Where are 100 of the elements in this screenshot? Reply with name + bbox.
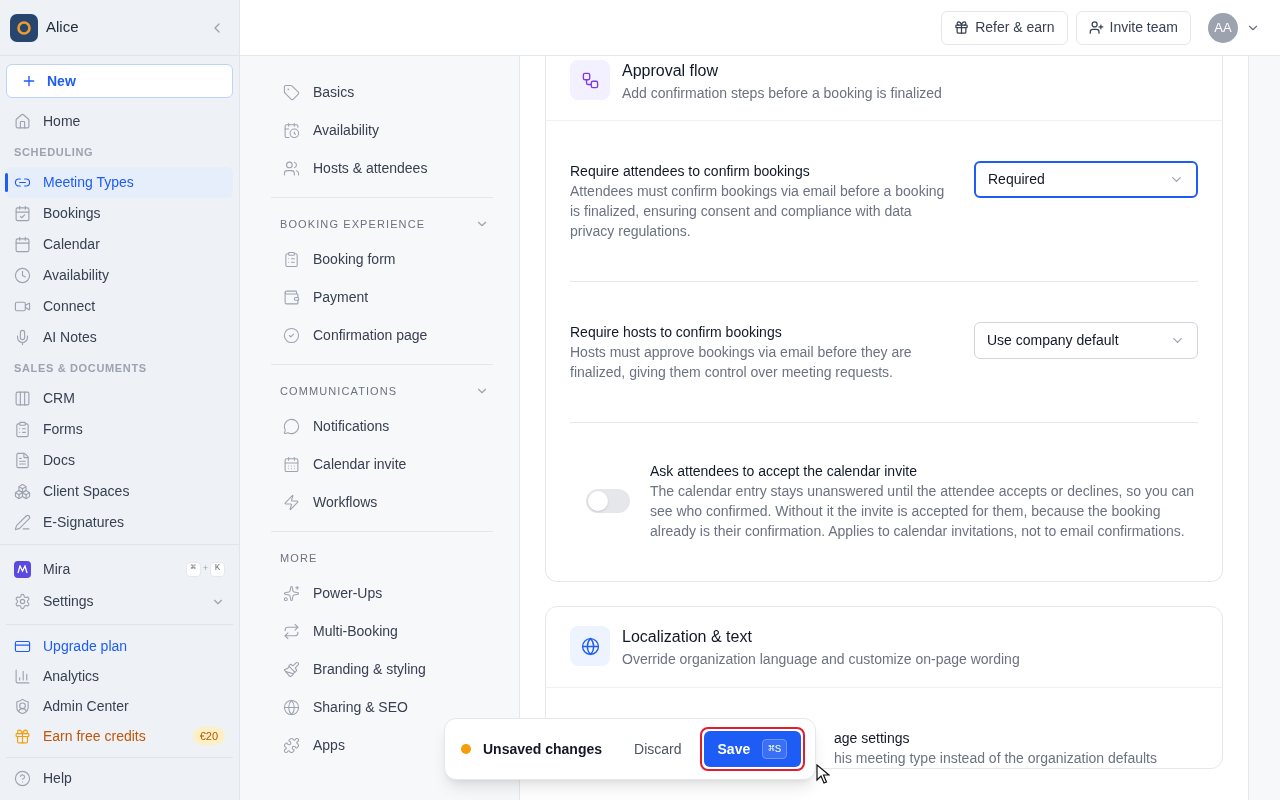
globe-icon (283, 698, 300, 716)
gift-icon (14, 727, 31, 745)
settings-nav-item[interactable]: Workflows (271, 483, 493, 521)
calendar-icon (283, 455, 300, 473)
document-icon (14, 452, 31, 469)
setting-label: Ask attendees to accept the calendar invite (650, 462, 918, 481)
pen-icon (14, 514, 31, 531)
tag-icon (283, 83, 300, 101)
setting-description: his meeting type instead of the organization defaults (834, 749, 1158, 768)
nav-item[interactable]: CRM (6, 383, 233, 414)
settings-nav-item[interactable]: Confirmation page (271, 316, 493, 354)
plus-sign: + (202, 562, 208, 576)
nav-item[interactable]: Availability (6, 260, 233, 291)
settings-item[interactable]: Settings (6, 585, 233, 618)
shield-user-icon (14, 697, 31, 715)
bar-chart-icon (14, 667, 31, 685)
puzzle-icon (283, 736, 300, 754)
footer-item[interactable]: Upgrade plan (6, 631, 233, 661)
setting-label: Require attendees to confirm bookings (570, 162, 811, 181)
credit-badge: €20 (192, 726, 225, 746)
home-icon (14, 113, 31, 130)
settings-nav-item[interactable]: Booking form (271, 240, 493, 278)
clipboard-icon (283, 250, 300, 268)
columns-icon (14, 390, 31, 407)
setting-label: Require hosts to confirm bookings (570, 323, 783, 342)
card-title: Approval flow (622, 61, 720, 81)
setting-label: age settings (834, 729, 911, 748)
chat-bubble-icon (283, 417, 300, 435)
settings-nav-item[interactable]: Branding & styling (271, 650, 493, 688)
nav-item[interactable]: Connect (6, 291, 233, 322)
settings-nav-item[interactable]: Availability (271, 111, 493, 149)
boxes-icon (14, 483, 31, 500)
settings-nav-item[interactable]: Payment (271, 278, 493, 316)
sparkles-icon (283, 584, 300, 602)
nav-item[interactable]: AI Notes (6, 322, 233, 353)
key-cap: ⌘ (185, 561, 201, 577)
footer-item[interactable]: Admin Center (6, 691, 233, 721)
invite-button[interactable]: Invite team (1075, 10, 1191, 45)
workspace-logo[interactable] (10, 13, 38, 42)
settings-nav-item[interactable]: Multi-Booking (271, 612, 493, 650)
shortcut-hint: ⌘S (762, 738, 788, 760)
wallet-icon (283, 288, 300, 306)
calendar-check-icon (14, 205, 31, 222)
paintbrush-icon (283, 660, 300, 678)
footer-item[interactable]: Earn free credits €20 (6, 721, 233, 751)
section-heading: BOOKING EXPERIENCE (280, 216, 426, 232)
nav-item[interactable]: Calendar (6, 229, 233, 260)
help-icon (14, 769, 31, 787)
nav-section-heading: SCHEDULING (13, 144, 95, 160)
select-dropdown[interactable]: Use company default (974, 322, 1198, 359)
nav-item[interactable]: E-Signatures (6, 507, 233, 538)
setting-description: Attendees must confirm bookings via email before a booking is finalized, ensuring consent and compliance with data privacy regulations. (570, 182, 946, 241)
nav-item[interactable]: Client Spaces (6, 476, 233, 507)
globe-icon (580, 636, 600, 656)
calendar-icon (14, 236, 31, 253)
lightning-icon (283, 493, 300, 511)
workspace-name: Alice (46, 17, 79, 38)
assistant-logo (14, 560, 31, 578)
users-icon (283, 159, 300, 177)
setting-description: The calendar entry stays unanswered until the attendee accepts or declines, so you can see who confirmed. Without it the invite is accepted for them, because the booking already is their confirmation. Applies to calendar invitations, not to email confirmations. (650, 482, 1195, 541)
nav-item[interactable]: Forms (6, 414, 233, 445)
unsaved-message: Unsaved changes (483, 739, 603, 759)
clock-icon (14, 267, 31, 284)
section-heading: COMMUNICATIONS (280, 383, 398, 399)
nav-item[interactable]: Docs (6, 445, 233, 476)
save-button[interactable]: Save ⌘S (703, 731, 802, 767)
card-subtitle: Override organization language and customize on-page wording (622, 650, 1020, 669)
microphone-icon (14, 329, 31, 346)
plus-icon (21, 73, 37, 89)
settings-nav-item[interactable]: Sharing & SEO (271, 688, 493, 726)
footer-item[interactable]: Analytics (6, 661, 233, 691)
setting-description: Hosts must approve bookings via email before they are finalized, giving them control over meeting requests. (570, 343, 913, 382)
nav-item[interactable]: Home (6, 106, 233, 137)
refer-button[interactable]: Refer & earn (941, 10, 1068, 45)
new-button[interactable]: New (6, 64, 233, 98)
card-subtitle: Add confirmation steps before a booking is finalized (622, 84, 942, 103)
clipboard-icon (14, 421, 31, 438)
section-heading: MORE (280, 550, 318, 566)
check-circle-icon (283, 326, 300, 344)
help-item[interactable]: Help (6, 764, 233, 792)
nav-section-heading: SALES & DOCUMENTS (13, 360, 148, 376)
toggle-switch[interactable] (586, 489, 630, 513)
gift-icon (954, 20, 970, 35)
select-dropdown[interactable]: Required (974, 161, 1198, 198)
discard-button[interactable]: Discard (634, 738, 682, 760)
settings-nav-item[interactable]: Notifications (271, 407, 493, 445)
settings-nav-item[interactable]: Basics (271, 73, 493, 111)
nav-item[interactable]: Bookings (6, 198, 233, 229)
settings-nav-item[interactable]: Hosts & attendees (271, 149, 493, 187)
settings-nav-item[interactable]: Power-Ups (271, 574, 493, 612)
settings-icon (14, 593, 31, 610)
nav-item[interactable]: Meeting Types (6, 167, 233, 198)
flow-icon (580, 70, 600, 90)
assistant-item[interactable]: Mira ⌘ + K (6, 553, 233, 585)
calendar-clock-icon (283, 121, 300, 139)
card-title: Localization & text (622, 627, 753, 647)
repeat-icon (283, 622, 300, 640)
key-cap: K (210, 561, 225, 577)
user-plus-icon (1088, 20, 1104, 35)
settings-nav-item[interactable]: Calendar invite (271, 445, 493, 483)
